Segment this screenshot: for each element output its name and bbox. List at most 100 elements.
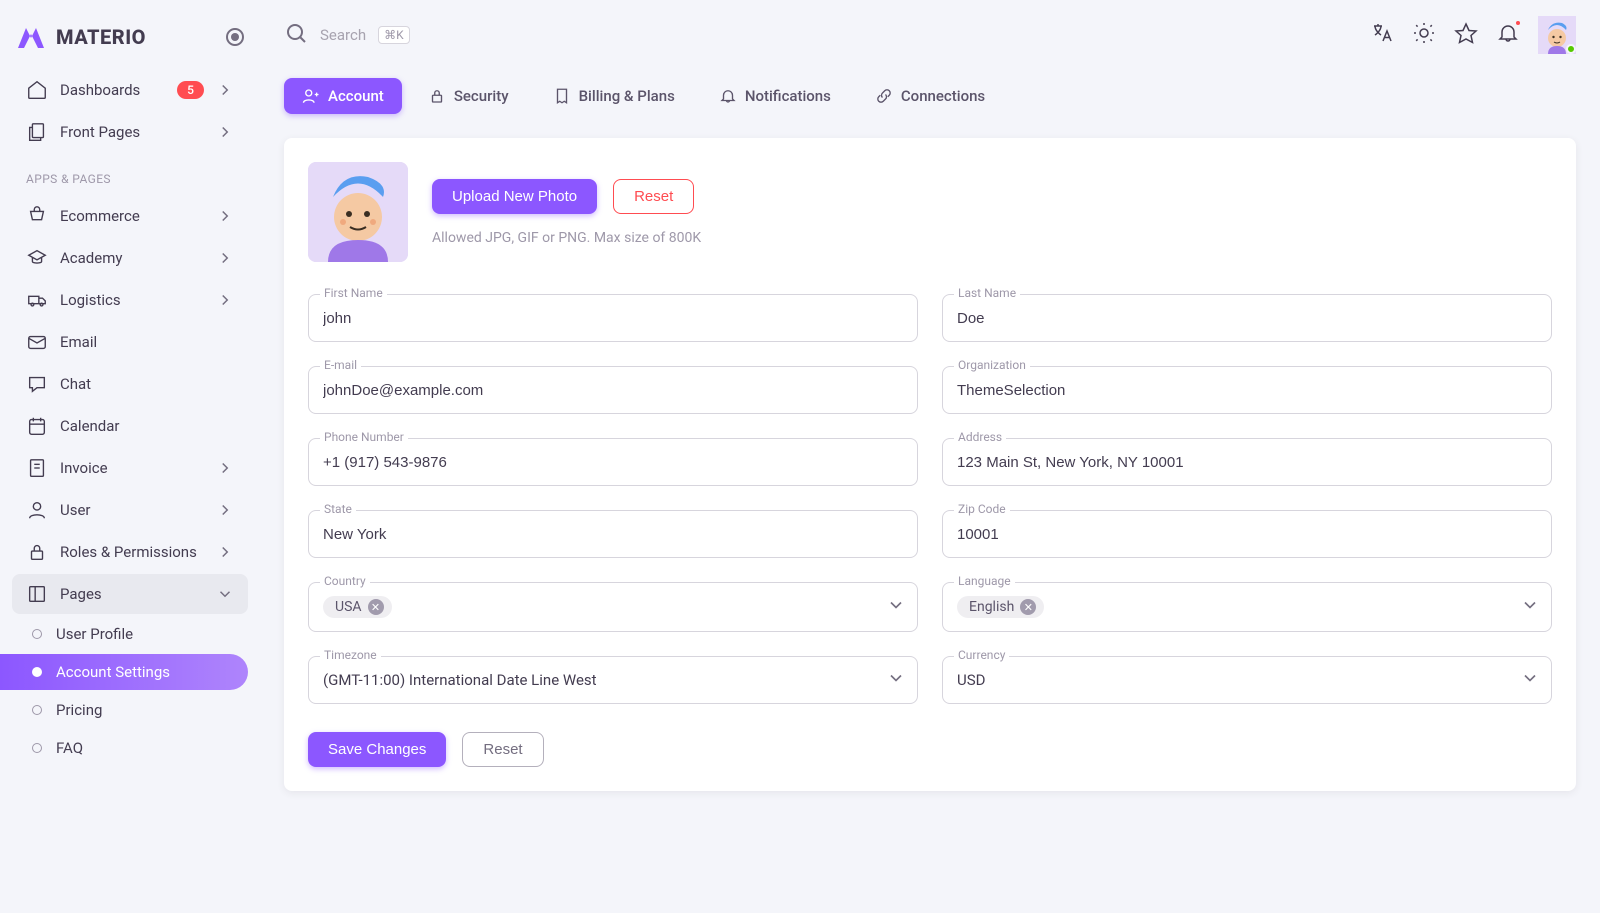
language-chip[interactable]: English ✕ xyxy=(957,596,1044,618)
search-wrap[interactable]: Search ⌘K xyxy=(284,21,1356,49)
search-icon xyxy=(284,21,308,49)
notifications-icon[interactable] xyxy=(1496,21,1520,49)
first-name-input[interactable] xyxy=(308,294,918,342)
avatar[interactable] xyxy=(1538,16,1576,54)
nav-label: Front Pages xyxy=(60,123,204,141)
sidebar-item-chat[interactable]: Chat xyxy=(12,364,248,404)
chevron-right-icon xyxy=(216,123,234,141)
sidebar-sub-user-profile[interactable]: User Profile xyxy=(0,616,248,652)
reset-photo-button[interactable]: Reset xyxy=(613,179,694,214)
sub-label: Pricing xyxy=(56,701,102,719)
tab-security[interactable]: Security xyxy=(410,78,527,114)
field-label: State xyxy=(320,502,356,516)
profile-photo xyxy=(308,162,408,262)
nav-label: Logistics xyxy=(60,291,204,309)
organization-input[interactable] xyxy=(942,366,1552,414)
main-content: Search ⌘K xyxy=(260,0,1600,913)
country-select[interactable]: USA ✕ xyxy=(308,582,918,632)
tab-label: Connections xyxy=(901,87,985,105)
sidebar-pin-toggle[interactable] xyxy=(226,28,244,46)
chevron-down-icon xyxy=(216,585,234,603)
bullet-icon xyxy=(32,667,42,677)
sidebar-item-roles[interactable]: Roles & Permissions xyxy=(12,532,248,572)
chevron-down-icon xyxy=(1520,595,1540,619)
theme-icon[interactable] xyxy=(1412,21,1436,49)
chip-label: USA xyxy=(335,599,362,615)
address-input[interactable] xyxy=(942,438,1552,486)
tab-notifications[interactable]: Notifications xyxy=(701,78,849,114)
chip-remove-icon[interactable]: ✕ xyxy=(368,599,384,615)
home-icon xyxy=(26,79,48,101)
field-label: E-mail xyxy=(320,358,361,372)
sidebar-sub-faq[interactable]: FAQ xyxy=(0,730,248,766)
chevron-right-icon xyxy=(216,207,234,225)
chevron-right-icon xyxy=(216,249,234,267)
sidebar-item-calendar[interactable]: Calendar xyxy=(12,406,248,446)
currency-select[interactable]: USD xyxy=(942,656,1552,704)
chevron-right-icon xyxy=(216,459,234,477)
sidebar-item-front-pages[interactable]: Front Pages xyxy=(12,112,248,152)
timezone-field: Timezone (GMT-11:00) International Date … xyxy=(308,656,918,704)
timezone-select[interactable]: (GMT-11:00) International Date Line West xyxy=(308,656,918,704)
sidebar-item-ecommerce[interactable]: Ecommerce xyxy=(12,196,248,236)
user-icon xyxy=(26,499,48,521)
lock-icon xyxy=(26,541,48,563)
sidebar-sub-pricing[interactable]: Pricing xyxy=(0,692,248,728)
chip-remove-icon[interactable]: ✕ xyxy=(1020,599,1036,615)
language-select[interactable]: English ✕ xyxy=(942,582,1552,632)
upload-photo-button[interactable]: Upload New Photo xyxy=(432,179,597,214)
reset-form-button[interactable]: Reset xyxy=(462,732,543,767)
timezone-value: (GMT-11:00) International Date Line West xyxy=(323,671,597,689)
field-label: Last Name xyxy=(954,286,1020,300)
nav-label: Dashboards xyxy=(60,81,165,99)
logo-icon xyxy=(16,24,46,50)
nav-label: Academy xyxy=(60,249,204,267)
sidebar-item-invoice[interactable]: Invoice xyxy=(12,448,248,488)
last-name-input[interactable] xyxy=(942,294,1552,342)
phone-field: Phone Number xyxy=(308,438,918,486)
sub-label: Account Settings xyxy=(56,663,170,681)
academy-icon xyxy=(26,247,48,269)
files-icon xyxy=(26,121,48,143)
phone-input[interactable] xyxy=(308,438,918,486)
star-icon[interactable] xyxy=(1454,21,1478,49)
sidebar-item-academy[interactable]: Academy xyxy=(12,238,248,278)
address-field: Address xyxy=(942,438,1552,486)
email-input[interactable] xyxy=(308,366,918,414)
zip-input[interactable] xyxy=(942,510,1552,558)
sidebar-item-user[interactable]: User xyxy=(12,490,248,530)
bullet-icon xyxy=(32,705,42,715)
country-chip[interactable]: USA ✕ xyxy=(323,596,392,618)
search-placeholder: Search xyxy=(320,26,366,44)
first-name-field: First Name xyxy=(308,294,918,342)
state-input[interactable] xyxy=(308,510,918,558)
nav-label: Ecommerce xyxy=(60,207,204,225)
truck-icon xyxy=(26,289,48,311)
organization-field: Organization xyxy=(942,366,1552,414)
zip-field: Zip Code xyxy=(942,510,1552,558)
tab-billing[interactable]: Billing & Plans xyxy=(535,78,693,114)
mail-icon xyxy=(26,331,48,353)
sidebar-item-pages[interactable]: Pages xyxy=(12,574,248,614)
tab-connections[interactable]: Connections xyxy=(857,78,1003,114)
nav-label: Pages xyxy=(60,585,204,603)
chat-icon xyxy=(26,373,48,395)
nav-badge: 5 xyxy=(177,81,204,99)
photo-actions: Upload New Photo Reset Allowed JPG, GIF … xyxy=(432,179,701,246)
tab-account[interactable]: Account xyxy=(284,78,402,114)
search-shortcut: ⌘K xyxy=(378,26,410,44)
state-field: State xyxy=(308,510,918,558)
field-label: Phone Number xyxy=(320,430,408,444)
sidebar-item-logistics[interactable]: Logistics xyxy=(12,280,248,320)
chevron-down-icon xyxy=(886,595,906,619)
field-label: Language xyxy=(954,574,1015,588)
country-field: Country USA ✕ xyxy=(308,582,918,632)
sidebar-item-dashboards[interactable]: Dashboards 5 xyxy=(12,70,248,110)
sidebar-item-email[interactable]: Email xyxy=(12,322,248,362)
chevron-down-icon xyxy=(1520,668,1540,692)
chevron-right-icon xyxy=(216,81,234,99)
language-icon[interactable] xyxy=(1370,21,1394,49)
save-button[interactable]: Save Changes xyxy=(308,732,446,767)
bullet-icon xyxy=(32,629,42,639)
sidebar-sub-account-settings[interactable]: Account Settings xyxy=(0,654,248,690)
